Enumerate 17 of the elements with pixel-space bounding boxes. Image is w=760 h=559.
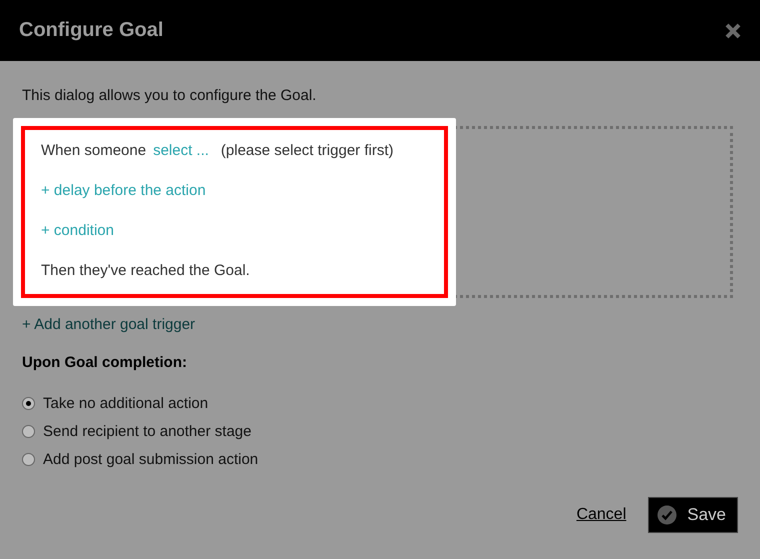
dialog-title: Configure Goal [19,19,164,42]
trigger-conclusion: Then they've reached the Goal. [41,262,250,279]
cancel-link[interactable]: Cancel [576,506,626,524]
trigger-hint: (please select trigger first) [220,142,394,159]
completion-heading: Upon Goal completion: [22,354,188,371]
radio-button[interactable] [22,424,35,438]
dialog-description: This dialog allows you to configure the Goal. [22,87,318,104]
completion-option[interactable]: Take no additional action [22,389,738,417]
completion-option[interactable]: Send recipient to another stage [22,417,738,445]
close-icon[interactable] [724,22,742,40]
trigger-prefix: When someone [41,142,146,159]
radio-button[interactable] [22,396,35,410]
completion-option[interactable]: Add post goal submission action [22,445,738,473]
check-circle-icon [657,505,678,525]
add-trigger-link[interactable]: + Add another goal trigger [22,316,196,333]
save-button[interactable]: Save [648,497,738,533]
radio-button[interactable] [22,452,35,466]
